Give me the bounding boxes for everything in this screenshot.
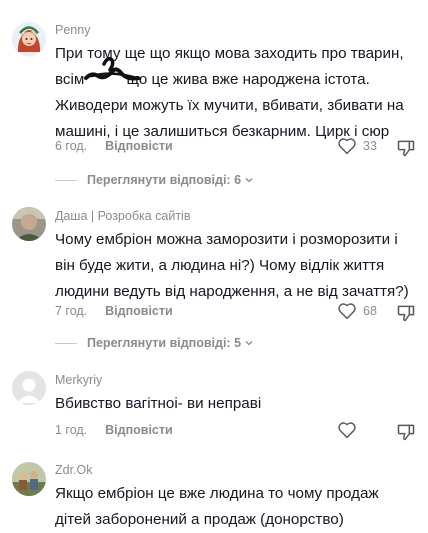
comment-meta: 1 год. Відповісти (55, 423, 173, 437)
heart-outline-icon (338, 303, 356, 320)
comment-author[interactable]: Zdr.Ok (55, 463, 93, 477)
avatar[interactable] (12, 371, 46, 405)
like-count: 68 (363, 304, 377, 318)
avatar[interactable] (12, 462, 46, 496)
comment-author[interactable]: Даша | Розробка сайтів (55, 209, 190, 223)
view-replies-label: Переглянути відповіді: 5 (87, 336, 242, 350)
heart-outline-icon (338, 138, 356, 155)
like-count: 33 (363, 139, 377, 153)
dislike-button[interactable] (396, 303, 416, 328)
comment-text: Якщо ембріон це вже людина то чому прода… (55, 485, 379, 528)
dislike-button[interactable] (396, 138, 416, 163)
comment-author[interactable]: Merkyriy (55, 373, 102, 387)
view-replies-button[interactable]: Переглянути відповіді: 5 (55, 336, 254, 350)
comment-time: 6 год. (55, 139, 88, 153)
avatar[interactable] (12, 207, 46, 241)
heart-outline-icon (338, 422, 356, 439)
comment-meta: 7 год. Відповісти (55, 304, 173, 318)
like-button[interactable]: 68 (337, 302, 377, 320)
avatar[interactable] (12, 22, 46, 56)
view-replies-label: Переглянути відповіді: 6 (87, 173, 242, 187)
reply-button[interactable]: Відповісти (105, 304, 173, 318)
comment-text: Чому ембріон можна заморозити і розмороз… (55, 231, 409, 300)
like-button[interactable]: 33 (337, 137, 377, 155)
comment-meta: 6 год. Відповісти (55, 139, 173, 153)
thumbs-down-outline-icon (397, 305, 415, 322)
reply-button[interactable]: Відповісти (105, 139, 173, 153)
chevron-down-icon (245, 341, 253, 346)
reply-button[interactable]: Відповісти (105, 423, 173, 437)
view-replies-button[interactable]: Переглянути відповіді: 6 (55, 173, 254, 187)
comment-time: 1 год. (55, 423, 88, 437)
chevron-down-icon (245, 178, 253, 183)
thumbs-down-outline-icon (397, 424, 415, 441)
comment-time: 7 год. (55, 304, 88, 318)
divider-line (55, 342, 77, 344)
divider-line (55, 179, 77, 181)
comment-text: Вбивство вагітноі- ви неправі (55, 395, 262, 412)
like-button[interactable] (337, 421, 357, 439)
scribble-mark (84, 56, 142, 81)
comment-author[interactable]: Penny (55, 23, 90, 37)
thumbs-down-outline-icon (397, 140, 415, 157)
dislike-button[interactable] (396, 422, 416, 447)
